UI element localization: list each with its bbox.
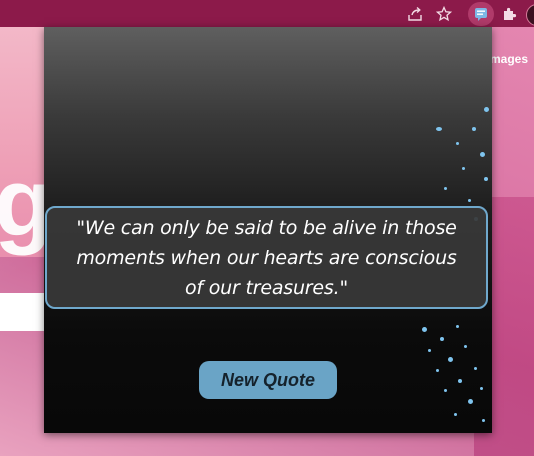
quote-card: "We can only be said to be alive in thos…	[45, 206, 488, 309]
extensions-puzzle-icon[interactable]	[498, 3, 520, 25]
sparkle-decoration	[422, 327, 427, 332]
sparkle-decoration	[472, 127, 476, 131]
sparkle-decoration	[468, 199, 471, 202]
sparkle-decoration	[456, 142, 459, 145]
sparkle-decoration	[444, 187, 447, 190]
background-search-box[interactable]	[0, 293, 48, 331]
sparkle-decoration	[440, 337, 444, 341]
profile-avatar[interactable]	[526, 4, 534, 26]
sparkle-decoration	[468, 399, 473, 404]
quote-extension-icon[interactable]	[468, 2, 494, 26]
sparkle-decoration	[484, 107, 489, 112]
share-icon[interactable]	[404, 3, 426, 25]
sparkle-decoration	[474, 367, 477, 370]
new-quote-button[interactable]: New Quote	[199, 361, 337, 399]
sparkle-decoration	[482, 419, 485, 422]
sparkle-decoration	[480, 387, 483, 390]
sparkle-decoration	[436, 369, 439, 372]
quote-extension-popup: "We can only be said to be alive in thos…	[44, 27, 492, 433]
bookmark-star-icon[interactable]	[433, 3, 455, 25]
sparkle-decoration	[480, 152, 485, 157]
sparkle-decoration	[462, 167, 465, 170]
sparkle-decoration	[456, 325, 459, 328]
sparkle-decoration	[464, 345, 467, 348]
quote-text: "We can only be said to be alive in thos…	[76, 216, 457, 299]
browser-toolbar	[0, 0, 534, 27]
sparkle-decoration	[458, 379, 462, 383]
sparkle-decoration	[436, 127, 442, 131]
sparkle-decoration	[484, 177, 488, 181]
sparkle-decoration	[428, 349, 431, 352]
images-link[interactable]: mages	[490, 52, 528, 66]
sparkle-decoration	[448, 357, 453, 362]
sparkle-decoration	[444, 389, 447, 392]
sparkle-decoration	[454, 413, 457, 416]
